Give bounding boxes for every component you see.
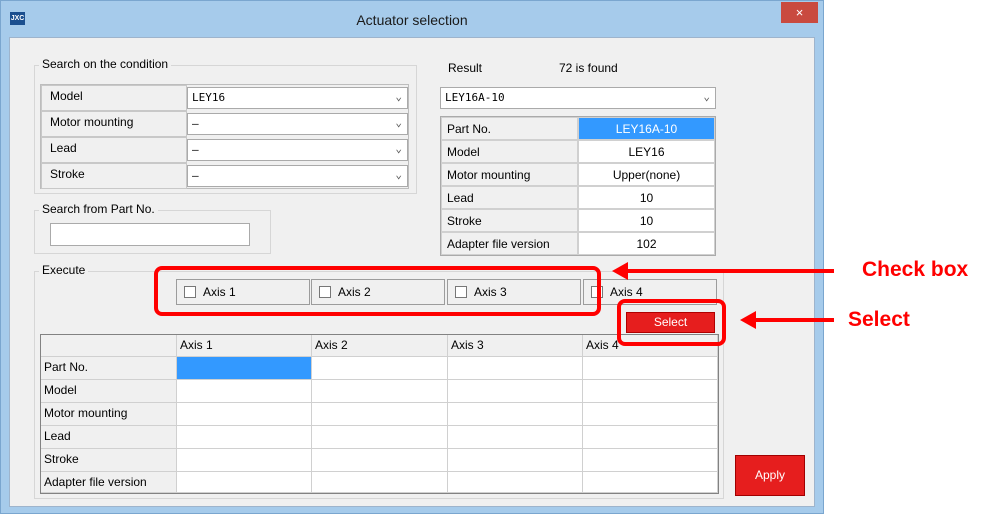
condition-name: Model [41,85,187,111]
select-value: – [192,169,199,182]
chevron-down-icon: ⌄ [395,142,402,155]
grid-cell[interactable] [583,426,718,449]
window-title: Actuator selection [356,12,468,28]
search-part-label: Search from Part No. [39,202,158,216]
result-key: Stroke [441,209,578,232]
grid-column-header: Axis 2 [312,335,448,357]
result-value: LEY16 [578,140,715,163]
grid-row-header: Stroke [41,449,177,472]
grid-cell[interactable] [583,403,718,426]
axis-grid: Axis 1 Axis 2 Axis 3 Axis 4 Part No. Mod… [40,334,719,494]
part-number-input[interactable] [50,223,250,246]
condition-row-lead: Lead – ⌄ [41,137,408,163]
result-key: Lead [441,186,578,209]
result-row: Model LEY16 [441,140,715,163]
result-value: 10 [578,209,715,232]
grid-cell[interactable] [312,357,448,380]
grid-row-header: Motor mounting [41,403,177,426]
select-callout-box [617,299,726,346]
grid-cell[interactable] [448,426,583,449]
result-key: Motor mounting [441,163,578,186]
select-value: LEY16 [192,91,226,104]
grid-row-header: Lead [41,426,177,449]
result-row: Part No. LEY16A-10 [441,117,715,140]
grid-cell[interactable] [448,380,583,403]
result-row: Stroke 10 [441,209,715,232]
select-value: – [192,143,199,156]
grid-cell[interactable] [312,426,448,449]
grid-row-header: Part No. [41,357,177,380]
select-value: LEY16A-10 [445,91,505,104]
grid-cell[interactable] [583,472,718,493]
motor-mounting-select[interactable]: – ⌄ [187,113,408,135]
grid-cell[interactable] [177,403,312,426]
grid-column-header: Axis 1 [177,335,312,357]
chevron-down-icon: ⌄ [395,116,402,129]
result-select[interactable]: LEY16A-10 ⌄ [440,87,716,109]
result-row: Lead 10 [441,186,715,209]
condition-row-model: Model LEY16 ⌄ [41,85,408,111]
axis-label: Axis 4 [610,285,643,299]
grid-cell[interactable] [312,403,448,426]
select-value: – [192,117,199,130]
grid-cell[interactable] [177,426,312,449]
search-condition-label: Search on the condition [39,57,172,71]
condition-row-stroke: Stroke – ⌄ [41,163,408,189]
grid-cell[interactable] [448,357,583,380]
grid-cell[interactable] [177,380,312,403]
result-value: LEY16A-10 [578,117,715,140]
model-select[interactable]: LEY16 ⌄ [187,87,408,109]
chevron-down-icon: ⌄ [703,90,710,103]
result-key: Adapter file version [441,232,578,255]
select-annotation: Select [848,308,910,331]
grid-column-header: Axis 3 [448,335,583,357]
result-label: Result [448,61,483,75]
result-table: Part No. LEY16A-10 Model LEY16 Motor mou… [440,116,716,256]
chevron-down-icon: ⌄ [395,168,402,181]
grid-row-header: Model [41,380,177,403]
grid-corner [41,335,177,357]
result-value: 10 [578,186,715,209]
apply-button[interactable]: Apply [735,455,805,496]
condition-name: Stroke [41,163,187,189]
result-row: Motor mounting Upper(none) [441,163,715,186]
grid-cell[interactable] [177,472,312,493]
result-value: Upper(none) [578,163,715,186]
grid-cell[interactable] [312,472,448,493]
grid-cell[interactable] [448,403,583,426]
lead-select[interactable]: – ⌄ [187,139,408,161]
checkbox-callout-box [154,266,601,316]
execute-label: Execute [39,263,89,277]
chevron-down-icon: ⌄ [395,90,402,103]
checkbox-annotation: Check box [862,258,969,281]
checkbox-arrow-line [626,269,834,273]
result-row: Adapter file version 102 [441,232,715,255]
grid-row-header: Adapter file version [41,472,177,493]
grid-cell[interactable] [583,357,718,380]
grid-cell[interactable] [177,357,312,380]
title-bar: JXC Actuator selection × [1,1,823,37]
grid-cell[interactable] [448,449,583,472]
result-key: Part No. [441,117,578,140]
grid-cell[interactable] [177,449,312,472]
grid-cell[interactable] [448,472,583,493]
grid-cell[interactable] [312,380,448,403]
result-value: 102 [578,232,715,255]
stroke-select[interactable]: – ⌄ [187,165,408,187]
grid-cell[interactable] [583,449,718,472]
select-arrow-line [754,318,834,322]
close-button[interactable]: × [781,2,818,23]
condition-row-motor-mounting: Motor mounting – ⌄ [41,111,408,137]
condition-name: Motor mounting [41,111,187,137]
result-key: Model [441,140,578,163]
grid-cell[interactable] [583,380,718,403]
grid-cell[interactable] [312,449,448,472]
condition-table: Model LEY16 ⌄ Motor mounting – ⌄ Lead – ⌄ S… [40,84,409,189]
condition-name: Lead [41,137,187,163]
result-count: 72 is found [559,61,618,75]
